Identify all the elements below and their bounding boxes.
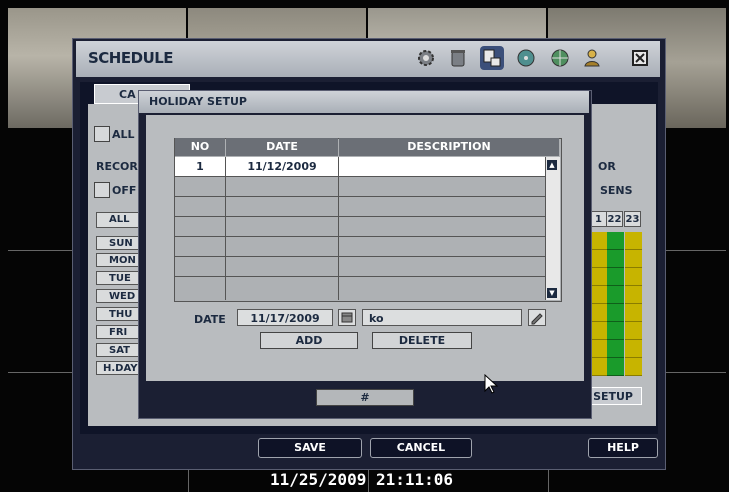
gear-icon[interactable] (414, 46, 438, 70)
network-icon[interactable] (548, 46, 572, 70)
table-row[interactable] (175, 237, 545, 257)
off-label: OFF (112, 184, 137, 197)
cancel-button[interactable]: CANCEL (370, 438, 472, 458)
all-checkbox[interactable] (94, 126, 110, 142)
mouse-cursor-icon (484, 373, 500, 398)
dialog-bottom-button[interactable]: # (316, 389, 414, 406)
day-fri[interactable]: FRI (96, 325, 144, 339)
disc-icon[interactable] (514, 46, 538, 70)
close-icon[interactable] (628, 46, 652, 70)
table-row[interactable] (175, 177, 545, 197)
row-description (339, 157, 544, 176)
grid-line (664, 372, 726, 373)
trash-icon[interactable] (446, 46, 470, 70)
off-checkbox[interactable] (94, 182, 110, 198)
grid-line (188, 468, 189, 492)
record-label: RECOR (96, 160, 138, 173)
day-tue[interactable]: TUE (96, 271, 144, 285)
row-date: 11/12/2009 (247, 160, 317, 173)
grid-line (8, 250, 78, 251)
add-button[interactable]: ADD (260, 332, 358, 349)
column-divider (225, 157, 226, 300)
row-no: 1 (196, 160, 204, 173)
all-days-button[interactable]: ALL (96, 212, 144, 228)
table-scrollbar[interactable] (545, 157, 560, 300)
description-input[interactable]: ko (362, 309, 522, 326)
grid-line (664, 250, 726, 251)
window-title: SCHEDULE (88, 49, 174, 67)
edit-icon[interactable] (528, 309, 546, 326)
hour-header: 22 (606, 211, 623, 227)
table-row[interactable] (175, 277, 545, 296)
calendar-icon[interactable] (338, 309, 356, 326)
save-button[interactable]: SAVE (258, 438, 362, 458)
delete-button[interactable]: DELETE (372, 332, 472, 349)
column-header-description: DESCRIPTION (339, 138, 559, 156)
timestamp: 11/25/2009 21:11:06 (270, 470, 454, 489)
day-mon[interactable]: MON (96, 253, 144, 267)
schedule-grid-column[interactable] (625, 232, 642, 376)
right-label-1: OR (598, 160, 616, 173)
hour-header: 23 (624, 211, 641, 227)
all-label: ALL (112, 128, 135, 141)
table-row[interactable] (175, 197, 545, 217)
column-header-no: NO (175, 138, 225, 156)
dialog-title: HOLIDAY SETUP (139, 91, 589, 113)
setup-button[interactable]: SETUP (590, 387, 642, 405)
grid-line (548, 468, 549, 492)
table-row[interactable] (175, 257, 545, 277)
day-sun[interactable]: SUN (96, 236, 144, 250)
help-button[interactable]: HELP (588, 438, 658, 458)
day-holiday[interactable]: H.DAY (96, 361, 144, 375)
day-wed[interactable]: WED (96, 289, 144, 303)
schedule-icon[interactable] (480, 46, 504, 70)
right-label-2: SENS (600, 184, 633, 197)
table-row[interactable] (175, 217, 545, 237)
schedule-grid-column[interactable] (607, 232, 624, 376)
column-header-date: DATE (226, 138, 338, 156)
user-icon[interactable] (582, 46, 606, 70)
grid-line (8, 372, 78, 373)
column-divider (338, 157, 339, 300)
day-thu[interactable]: THU (96, 307, 144, 321)
table-row[interactable]: 1 11/12/2009 (175, 157, 545, 177)
day-sat[interactable]: SAT (96, 343, 144, 357)
date-input[interactable]: 11/17/2009 (237, 309, 333, 326)
hour-header: 1 (590, 211, 607, 227)
scroll-down-icon[interactable]: ▼ (547, 288, 557, 298)
scroll-up-icon[interactable]: ▲ (547, 160, 557, 170)
date-label: DATE (194, 313, 226, 326)
schedule-grid-column[interactable] (590, 232, 607, 376)
